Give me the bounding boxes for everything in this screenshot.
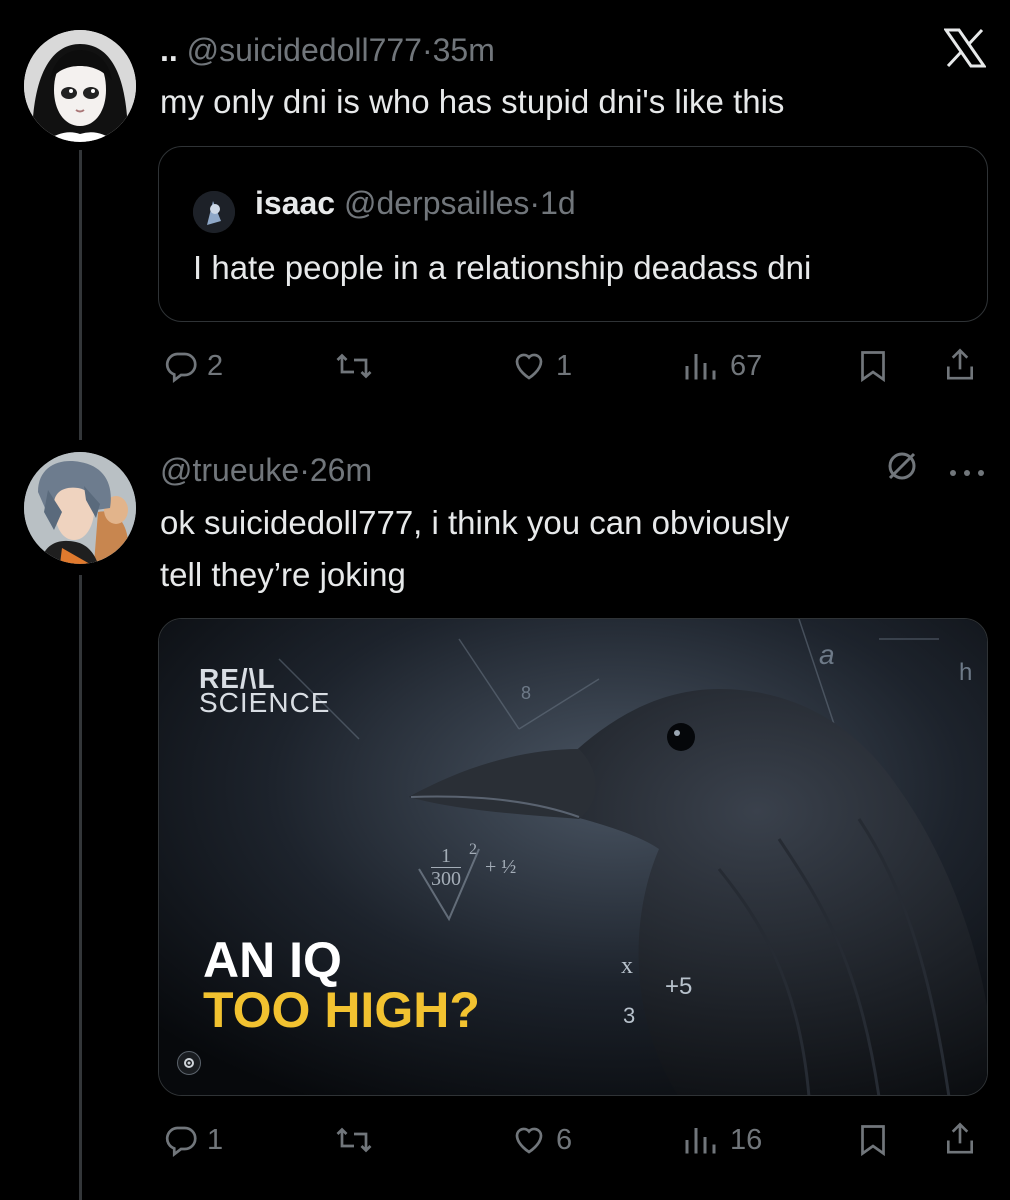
like-icon (515, 353, 543, 380)
math-fraction-denominator: 300 (431, 867, 461, 890)
like-count: 6 (556, 1123, 573, 1156)
quote-text: I hate people in a relationship deadass … (193, 249, 812, 286)
like-button[interactable]: 6 (510, 1122, 572, 1158)
like-button[interactable]: 1 (510, 348, 572, 384)
display-name[interactable]: .. (160, 32, 178, 68)
lens-icon[interactable] (177, 1051, 201, 1075)
brand-logo-line-2: SCIENCE (199, 687, 331, 718)
bookmark-button[interactable] (856, 348, 890, 384)
quoted-post[interactable]: isaac @derpsailles·1d I hate people in a… (158, 146, 988, 322)
user-handle[interactable]: @suicidedoll777 (187, 32, 422, 68)
math-h: h (959, 659, 973, 686)
views-icon (685, 1128, 716, 1154)
math-exponent: 2 (469, 840, 477, 858)
views-icon (685, 354, 716, 380)
quote-separator: · (529, 185, 541, 221)
avatar[interactable] (24, 452, 136, 564)
like-count: 1 (556, 349, 573, 382)
x-logo-icon[interactable] (943, 28, 987, 68)
quote-avatar (193, 191, 235, 233)
headline-line-1: AN IQ (203, 932, 342, 988)
reply-count: 1 (207, 1123, 224, 1156)
bookmark-icon (861, 351, 885, 383)
share-button[interactable] (942, 346, 978, 384)
math-formula: 1 300 2 + ½ (431, 841, 517, 890)
share-icon (946, 348, 974, 380)
math-eight: 8 (521, 683, 532, 703)
post-text-line-2: tell they’re joking (160, 556, 406, 593)
headline-line-2: TOO HIGH? (203, 982, 480, 1038)
thread-line-upper (79, 150, 82, 440)
reply-count: 2 (207, 349, 224, 382)
reply-button[interactable]: 2 (163, 348, 223, 384)
math-a: a (819, 639, 835, 670)
brand-logo: RE/\L SCIENCE (199, 665, 331, 718)
user-handle[interactable]: @trueuke (160, 452, 299, 488)
avatar[interactable] (24, 30, 136, 142)
views-button[interactable]: 16 (682, 1122, 762, 1158)
quote-display-name: isaac (255, 185, 336, 221)
bookmark-button[interactable] (856, 1122, 890, 1158)
more-icon[interactable] (948, 464, 986, 476)
bookmark-icon (861, 1125, 885, 1157)
share-icon (946, 1122, 974, 1154)
views-count: 67 (730, 349, 763, 382)
math-plus-half: + ½ (485, 856, 517, 878)
math-fraction-numerator: 1 (441, 845, 451, 867)
share-button[interactable] (942, 1120, 978, 1158)
post-text-line-1: ok suicidedoll777, i think you can obvio… (160, 504, 790, 541)
math-three: 3 (623, 1003, 636, 1028)
math-x: x (621, 953, 633, 979)
retweet-button[interactable] (332, 348, 376, 384)
timestamp[interactable]: 35m (433, 32, 495, 68)
reply-icon (165, 1126, 197, 1158)
quote-header: isaac @derpsailles·1d (255, 185, 576, 222)
quote-timestamp: 1d (540, 185, 576, 221)
post-text: my only dni is who has stupid dni's like… (160, 83, 785, 120)
views-count: 16 (730, 1123, 763, 1156)
retweet-button[interactable] (332, 1122, 376, 1158)
separator: · (299, 452, 310, 488)
separator: · (421, 32, 433, 68)
mute-icon[interactable] (884, 448, 920, 484)
quote-user-handle: @derpsailles (343, 185, 530, 221)
headline: AN IQ TOO HIGH? (203, 935, 480, 1035)
like-icon (515, 1127, 543, 1154)
reply-button[interactable]: 1 (163, 1122, 223, 1158)
retweet-icon (336, 1127, 372, 1153)
post-header: .. @suicidedoll777·35m (160, 32, 495, 69)
thread-line-lower (79, 575, 82, 1200)
retweet-icon (336, 353, 372, 379)
post-header: @trueuke·26m (160, 452, 372, 489)
reply-icon (165, 352, 197, 384)
math-plus-five: +5 (665, 973, 693, 1000)
post-image[interactable]: RE/\L SCIENCE 8 a h 1 300 2 + ½ x +5 3 A… (158, 618, 988, 1096)
views-button[interactable]: 67 (682, 348, 762, 384)
timestamp[interactable]: 26m (310, 452, 372, 488)
